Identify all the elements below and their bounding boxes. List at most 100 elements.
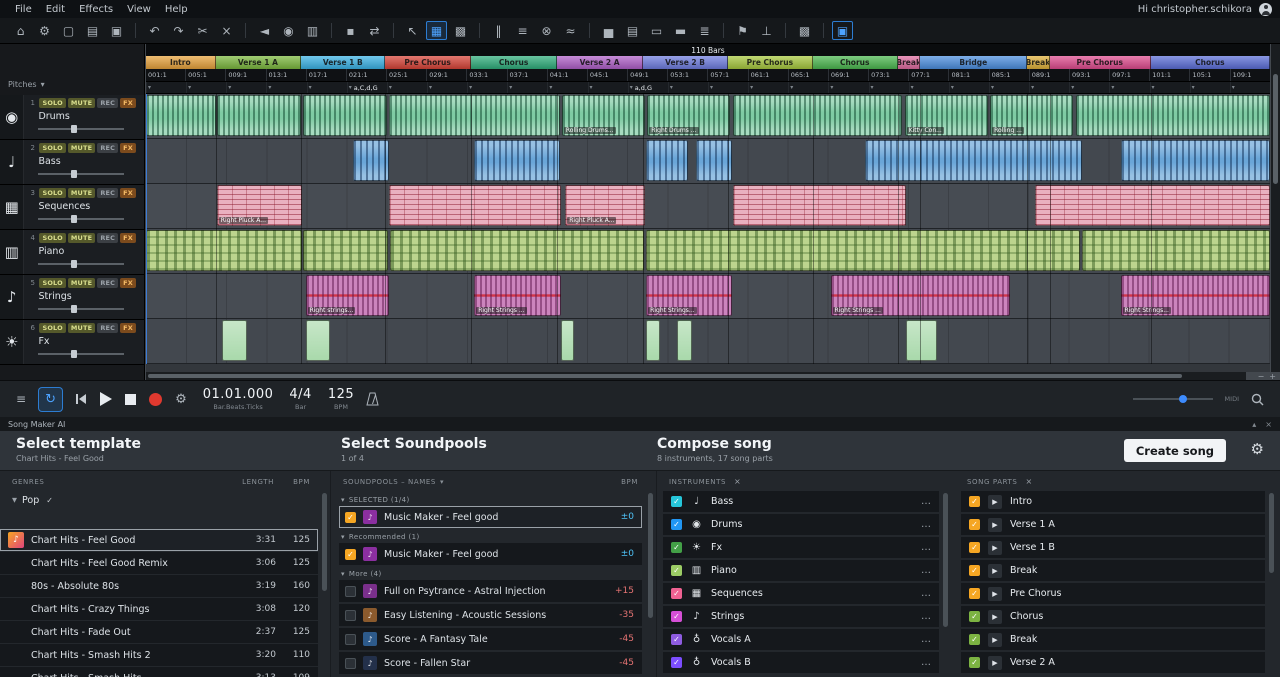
chord-cell[interactable]: ▾	[146, 82, 186, 93]
mouse-mode-icon[interactable]: ↖	[402, 21, 423, 40]
template-row[interactable]: 80s - Absolute 80s3:19160	[0, 575, 318, 597]
deselect-instruments-icon[interactable]: ×	[734, 477, 741, 486]
menu-file[interactable]: File	[8, 4, 39, 15]
video-icon[interactable]: ▬	[670, 21, 691, 40]
soundpool-group-label[interactable]: ▾Recommended (1)	[339, 530, 642, 543]
instrument-row[interactable]: ✓▦Sequences…	[663, 583, 939, 604]
solo-button[interactable]: SOLO	[39, 278, 65, 288]
template-row[interactable]: Chart Hits - Crazy Things3:08120	[0, 598, 318, 620]
soundpool-checkbox[interactable]: ✓	[345, 512, 356, 523]
soundpool-checkbox[interactable]	[345, 586, 356, 597]
instruments-scrollbar[interactable]	[943, 493, 948, 671]
rec-button[interactable]: REC	[97, 143, 118, 153]
track-lane-fx[interactable]	[146, 319, 1270, 364]
instrument-options-icon[interactable]: …	[921, 565, 931, 576]
instrument-options-icon[interactable]: …	[921, 542, 931, 553]
fx-button[interactable]: FX	[120, 98, 136, 108]
bass-clip[interactable]	[646, 140, 688, 181]
song-part-segment[interactable]: Verse 1 B	[301, 56, 385, 69]
song-part-row[interactable]: ✓▶Intro	[961, 491, 1265, 512]
open-project-icon[interactable]: ▤	[82, 21, 103, 40]
volume-slider-thumb[interactable]	[71, 260, 77, 268]
song-part-segment[interactable]: Verse 1 A	[216, 56, 301, 69]
soundpool-row[interactable]: ♪Score - Fallen Star-45	[339, 652, 642, 674]
soundpool-row[interactable]: ✓♪Music Maker - Feel good±0	[339, 506, 642, 528]
slider-thumb[interactable]	[1179, 395, 1187, 403]
sequences-clip[interactable]: Right Pluck A...	[217, 185, 302, 226]
instrument-options-icon[interactable]: …	[921, 519, 931, 530]
track-header-bass[interactable]: ♩2SOLOMUTERECFXBass	[0, 140, 144, 185]
song-part-checkbox[interactable]: ✓	[969, 611, 980, 622]
instrument-row[interactable]: ✓◉Drums…	[663, 514, 939, 535]
song-part-row[interactable]: ✓▶Verse 2 A	[961, 652, 1265, 673]
chord-cell[interactable]: ▾a,d,G	[628, 82, 668, 93]
panel-settings-icon[interactable]: ⚙	[1251, 440, 1264, 458]
instrument-checkbox[interactable]: ✓	[671, 519, 682, 530]
drums-clip[interactable]: Rolling Drums...	[562, 95, 645, 136]
create-song-button[interactable]: Create song	[1124, 439, 1226, 462]
soundpool-group-label[interactable]: ▾More (4)	[339, 567, 642, 580]
instrument-options-icon[interactable]: …	[921, 611, 931, 622]
instruments-scrollbar-thumb[interactable]	[943, 493, 948, 627]
menu-effects[interactable]: Effects	[72, 4, 120, 15]
solo-button[interactable]: SOLO	[39, 323, 65, 333]
mute-button[interactable]: MUTE	[68, 188, 95, 198]
rec-button[interactable]: REC	[97, 233, 118, 243]
song-part-segment[interactable]: Chorus	[1151, 56, 1270, 69]
chord-cell[interactable]: ▾	[1150, 82, 1190, 93]
drums-clip[interactable]	[1076, 95, 1270, 136]
chord-cell[interactable]: ▾	[1109, 82, 1149, 93]
rec-button[interactable]: REC	[97, 98, 118, 108]
instrument-checkbox[interactable]: ✓	[671, 611, 682, 622]
template-scrollbar-thumb[interactable]	[322, 493, 327, 591]
track-header-sequences[interactable]: ▦3SOLOMUTERECFXSequences	[0, 185, 144, 230]
soundpool-checkbox[interactable]	[345, 610, 356, 621]
chord-cell[interactable]: ▾	[748, 82, 788, 93]
visualizer-icon[interactable]: ▅	[598, 21, 619, 40]
song-part-checkbox[interactable]: ✓	[969, 496, 980, 507]
keys-icon[interactable]: ▤	[622, 21, 643, 40]
track-header-piano[interactable]: ▥4SOLOMUTERECFXPiano	[0, 230, 144, 275]
bass-clip[interactable]	[1121, 140, 1270, 181]
chord-cell[interactable]: ▾	[668, 82, 708, 93]
panel-tab-title[interactable]: Song Maker AI	[8, 420, 65, 429]
tempo-display[interactable]: 125 BPM	[328, 388, 354, 411]
template-row[interactable]: Chart Hits - Fade Out2:37125	[0, 621, 318, 643]
genre-group-pop[interactable]: ▼ Pop ✓	[0, 491, 330, 509]
track-header-strings[interactable]: ♪5SOLOMUTERECFXStrings	[0, 275, 144, 320]
song-part-row[interactable]: ✓▶Break	[961, 560, 1265, 581]
piano-clip[interactable]	[146, 230, 302, 271]
transport-menu-icon[interactable]: ≡	[16, 392, 26, 406]
chord-cell[interactable]: ▾	[307, 82, 347, 93]
instrument-options-icon[interactable]: …	[921, 496, 931, 507]
instrument-options-icon[interactable]: …	[921, 634, 931, 645]
soundpool-row[interactable]: ✓♪Music Maker - Feel good±0	[339, 543, 642, 565]
drums-clip[interactable]	[303, 95, 386, 136]
strings-clip[interactable]: Right Strings ...	[474, 275, 561, 316]
settings-icon[interactable]: ⚙	[34, 21, 55, 40]
soundpool-scrollbar[interactable]	[648, 493, 653, 671]
panel-close-icon[interactable]: ×	[1265, 420, 1272, 429]
monitor-icon[interactable]: ▭	[646, 21, 667, 40]
song-part-segment[interactable]: Pre Chorus	[728, 56, 812, 69]
vertical-scrollbar[interactable]	[1271, 44, 1280, 372]
horizontal-scrollbar[interactable]	[146, 372, 1246, 380]
level-meter-icon[interactable]: ‖	[488, 21, 509, 40]
play-button[interactable]	[99, 391, 113, 407]
instruments-grid-icon[interactable]: ▩	[450, 21, 471, 40]
fx-button[interactable]: FX	[120, 323, 136, 333]
song-part-checkbox[interactable]: ✓	[969, 657, 980, 668]
song-part-row[interactable]: ✓▶Pre Chorus	[961, 583, 1265, 604]
piano-clip[interactable]	[390, 230, 644, 271]
fx-clip[interactable]	[677, 320, 693, 361]
soundpool-row[interactable]: ♪Easy Listening - Acoustic Sessions-35	[339, 604, 642, 626]
chord-cell[interactable]: ▾	[869, 82, 909, 93]
solo-button[interactable]: SOLO	[39, 143, 65, 153]
strings-clip[interactable]: Right Strings...	[646, 275, 731, 316]
chord-cell[interactable]: ▾	[467, 82, 507, 93]
soundpool-group-label[interactable]: ▾SELECTED (1/4)	[339, 493, 642, 506]
instrument-checkbox[interactable]: ✓	[671, 657, 682, 668]
piano-clip[interactable]	[646, 230, 1080, 271]
signature-display[interactable]: 4/4 Bar	[289, 388, 311, 411]
track-volume-slider[interactable]	[38, 259, 124, 269]
